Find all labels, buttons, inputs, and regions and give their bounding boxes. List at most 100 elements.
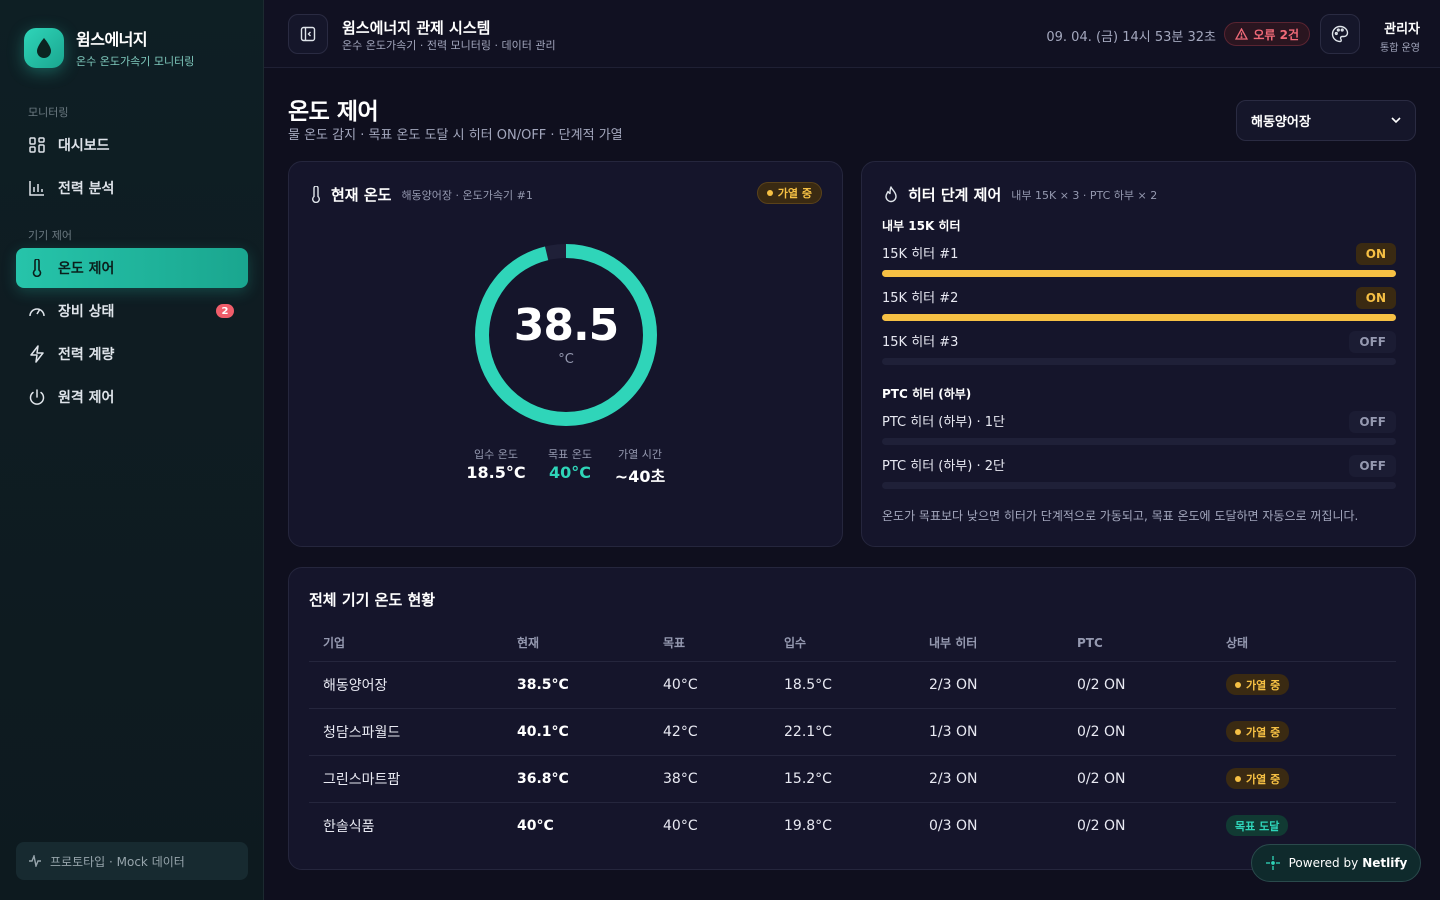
heater-state[interactable]: ON [1355, 243, 1396, 265]
theme-button[interactable] [1320, 14, 1360, 54]
column-header: PTC [1063, 625, 1212, 662]
stat-label: 입수 온도 [474, 448, 518, 461]
heater-level-bar [882, 358, 1396, 365]
sidebar-item-label: 전력 계량 [58, 347, 115, 363]
card-meta: 해동양어장 · 온도가속기 #1 [401, 188, 533, 202]
heater-level-bar [882, 438, 1396, 445]
status-badge-text: 가열 중 [777, 187, 812, 200]
sidebar-item-power-analysis[interactable]: 전력 분석 [16, 168, 248, 208]
inlet-temp-cell: 15.2°C [770, 755, 915, 803]
internal-heater-cell: 2/3 ON [915, 755, 1063, 803]
sidebar-item-power-metering[interactable]: 전력 계량 [16, 334, 248, 374]
power-icon [28, 388, 46, 406]
inlet-temp-cell: 22.1°C [770, 708, 915, 756]
heater-note: 온도가 목표보다 낮으면 히터가 단계적으로 가동되고, 목표 온도에 도달하면… [882, 509, 1359, 523]
heater-level-bar [882, 270, 1396, 277]
company-cell: 한솔식품 [323, 818, 375, 835]
brand[interactable]: 윔스에너지 온수 온도가속기 모니터링 [24, 26, 194, 69]
heater-name: 15K 히터 #1 [882, 247, 959, 262]
table-row[interactable]: 해동양어장 38.5°C 40°C 18.5°C 2/3 ON 0/2 ON 가… [309, 661, 1396, 709]
sidebar-item-label: 대시보드 [58, 138, 110, 154]
status-cell: 가열 중 [1212, 661, 1396, 709]
heater-level-bar [882, 314, 1396, 321]
status-cell: 가열 중 [1212, 708, 1396, 756]
netlify-badge[interactable]: Powered by Netlify [1251, 844, 1421, 882]
sidebar-item-label: 온도 제어 [58, 261, 115, 277]
current-temp-cell: 38.5°C [503, 661, 649, 709]
flame-icon [885, 186, 897, 203]
header-subtitle: 온수 온도가속기 · 전력 모니터링 · 데이터 관리 [342, 39, 556, 52]
heater-name: PTC 히터 (하부) · 1단 [882, 415, 1005, 430]
prototype-notice: 프로토타입 · Mock 데이터 [16, 842, 248, 880]
table-row[interactable]: 한솔식품 40°C 40°C 19.8°C 0/3 ON 0/2 ON 목표 도… [309, 802, 1396, 849]
target-temp-cell: 42°C [649, 708, 770, 756]
status-dot [1235, 775, 1241, 782]
user-menu[interactable]: 관리자 통합 운영 [1380, 18, 1420, 54]
sidebar-item-remote-control[interactable]: 원격 제어 [16, 377, 248, 417]
site-select[interactable]: 해동양어장 [1236, 100, 1416, 141]
status-badge-text: 가열 중 [1246, 772, 1281, 786]
error-badge[interactable]: 오류 2건 [1224, 22, 1310, 46]
column-header: 목표 [649, 625, 770, 662]
heater-state[interactable]: ON [1355, 287, 1396, 309]
status-dot [1235, 728, 1241, 735]
header-title: 윔스에너지 관제 시스템 [342, 19, 491, 37]
inlet-temperature-stat: 입수 온도 18.5°C [461, 446, 531, 482]
brand-subtitle: 온수 온도가속기 모니터링 [76, 55, 195, 68]
page-title: 온도 제어 [288, 99, 379, 125]
sidebar-item-equipment-status[interactable]: 장비 상태 2 [16, 291, 248, 331]
status-cell: 목표 도달 [1212, 802, 1396, 849]
table-row[interactable]: 청담스파월드 40.1°C 42°C 22.1°C 1/3 ON 0/2 ON … [309, 708, 1396, 756]
sidebar-item-dashboard[interactable]: 대시보드 [16, 125, 248, 165]
company-cell: 청담스파월드 [309, 708, 503, 756]
heater-name: 15K 히터 #3 [882, 335, 959, 350]
status-badge-text: 가열 중 [1246, 678, 1281, 692]
grid-icon [28, 136, 46, 154]
target-temp-cell: 38°C [649, 755, 770, 803]
table-row[interactable]: 그린스마트팜 36.8°C 38°C 15.2°C 2/3 ON 0/2 ON … [309, 755, 1396, 803]
status-badge-text: 가열 중 [1246, 725, 1281, 739]
card-title: 히터 단계 제어 [908, 186, 1002, 204]
site-select-value: 해동양어장 [1251, 115, 1311, 130]
current-temperature-unit: °C [558, 352, 574, 367]
column-header: 입수 [770, 625, 915, 662]
ptc-cell: 0/2 ON [1063, 661, 1212, 709]
stat-value: 40°C [548, 463, 591, 482]
nav-section-monitoring: 모니터링 [28, 106, 69, 119]
heater-state[interactable]: OFF [1349, 331, 1396, 353]
heater-level-fill [882, 314, 1396, 321]
heater-state[interactable]: OFF [1349, 411, 1396, 433]
brand-title: 윔스에너지 [76, 30, 148, 49]
column-header: 기업 [309, 625, 503, 662]
inlet-temp-cell: 19.8°C [784, 817, 832, 834]
target-temp-cell: 40°C [649, 661, 770, 709]
stat-value: 18.5°C [466, 463, 526, 482]
ptc-cell: 0/2 ON [1063, 755, 1212, 803]
sidebar-toggle-button[interactable] [288, 14, 328, 54]
sidebar-item-temperature-control[interactable]: 온도 제어 [16, 248, 248, 288]
card-title: 현재 온도 [331, 186, 392, 204]
company-cell: 해동양어장 [309, 661, 503, 709]
water-drop-icon [24, 27, 64, 68]
table-header-row: 기업 현재 목표 입수 내부 히터 PTC 상태 [309, 625, 1396, 662]
activity-icon [29, 855, 41, 867]
sidebar-item-label: 원격 제어 [58, 390, 115, 406]
sidebar-item-label: 장비 상태 [58, 304, 115, 320]
ptc-cell: 0/2 ON [1063, 708, 1212, 756]
card-meta: 내부 15K × 3 · PTC 하부 × 2 [1011, 188, 1158, 202]
heater-group-label: 내부 15K 히터 [882, 219, 961, 233]
status-badge: 가열 중 [1226, 674, 1290, 695]
status-dot [766, 190, 773, 196]
gauge-icon [28, 302, 46, 320]
status-dot [1235, 681, 1241, 688]
thermometer-icon [28, 259, 46, 277]
heating-time-stat: 가열 시간 ~40초 [605, 446, 675, 487]
user-role: 통합 운영 [1380, 43, 1420, 54]
top-header: 윔스에너지 관제 시스템 온수 온도가속기 · 전력 모니터링 · 데이터 관리… [264, 0, 1440, 68]
heater-state[interactable]: OFF [1349, 455, 1396, 477]
sidebar: 윔스에너지 온수 온도가속기 모니터링 모니터링 대시보드 전력 분석 기기 제… [0, 0, 264, 900]
heater-name: 15K 히터 #2 [882, 291, 959, 306]
internal-heater-cell: 0/3 ON [929, 817, 978, 834]
target-temp-cell: 40°C [663, 817, 698, 834]
bar-chart-icon [28, 179, 46, 197]
